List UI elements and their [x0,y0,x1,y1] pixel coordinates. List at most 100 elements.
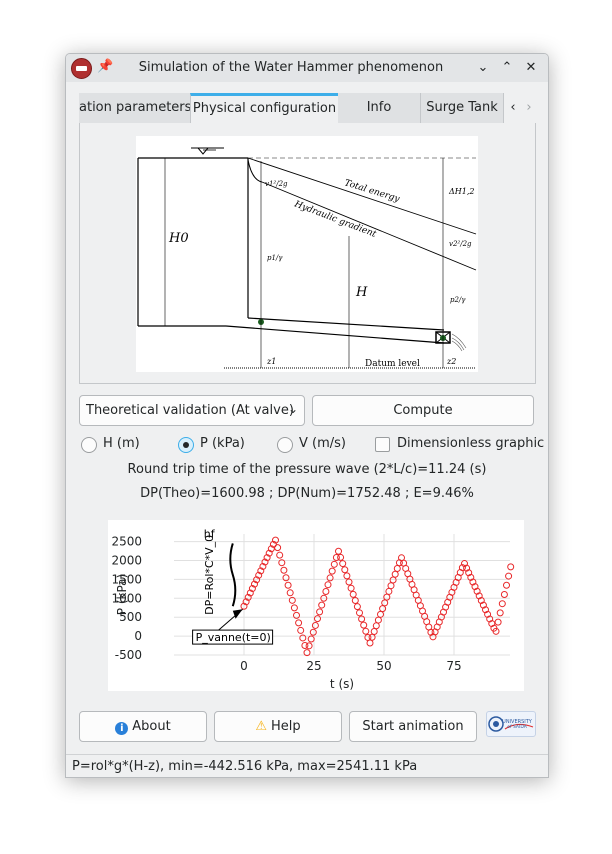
data-point [496,609,504,617]
maximize-button[interactable]: ⌃ [497,58,517,78]
data-point [295,619,303,627]
data-point [290,604,298,612]
data-point [393,565,401,573]
hydraulic-gradient-label: Hydraulic gradient [292,199,378,240]
data-point [353,603,361,611]
radio-h-indicator[interactable] [81,437,97,453]
main-window: 📌 Simulation of the Water Hammer phenome… [65,53,549,778]
data-point [391,570,399,578]
radio-v-indicator[interactable] [277,437,293,453]
datum-label: Datum level [365,359,420,369]
data-point [360,621,368,629]
status-bar: P=rol*g*(H-z), min=-442.516 kPa, max=254… [66,754,548,777]
data-point [379,605,387,613]
mode-select[interactable]: Theoretical validation (At valve) ⌄ [79,395,305,426]
data-point [387,582,395,590]
start-animation-button[interactable]: Start animation [349,711,477,742]
dp-annotation: DP=Rol*C*V_0 [203,535,216,615]
data-point [307,635,315,643]
data-point [356,609,363,617]
pin-icon[interactable]: 📌 [97,59,113,74]
warning-icon: ⚠ [255,719,267,734]
x-tick-label: 75 [446,659,461,673]
tab-physical-configuration[interactable]: Physical configuration [190,93,339,123]
data-point [505,572,513,580]
data-point [362,627,370,635]
configuration-panel: H0 H Total energy Hydraulic gradient Dat… [79,123,536,384]
tab-prev-button[interactable]: ‹ [505,93,521,123]
help-button[interactable]: ⚠ Help [214,711,342,742]
tab-surge-tank[interactable]: Surge Tank [421,93,504,123]
data-point [274,544,282,552]
pipeline-diagram: H0 H Total energy Hydraulic gradient Dat… [136,136,478,372]
data-point [345,578,353,586]
data-point [341,566,349,574]
data-point [503,581,510,589]
tab-info[interactable]: Info [338,93,421,123]
dh-label: ΔH1,2 [448,187,474,196]
p1-label: p1/γ [267,254,283,262]
data-point [498,600,506,608]
window-title: Simulation of the Water Hammer phenomeno… [138,60,444,75]
data-point [318,601,326,609]
compute-button[interactable]: Compute [312,395,534,426]
mode-select-value: Theoretical validation (At valve) [86,403,294,418]
p2-label: p2/γ [450,296,466,304]
data-point [349,590,357,598]
round-trip-text: Round trip time of the pressure wave (2*… [127,462,487,477]
data-point [316,608,324,616]
data-point [368,633,376,641]
data-point [374,616,382,624]
z2-label: z2 [446,357,456,366]
app-icon[interactable] [71,58,92,79]
data-point [370,628,378,636]
data-point [322,587,330,595]
data-point [314,615,321,623]
data-point [286,589,294,597]
radio-h-label: H (m) [103,436,140,451]
about-label: About [132,719,171,734]
data-point [347,584,355,592]
data-point [284,581,292,589]
tab-simulation-parameters[interactable]: ation parameters [79,93,191,123]
y-tick-label: 2500 [111,535,142,549]
tab-bar: ation parameters Physical configuration … [66,93,548,123]
status-text: P=rol*g*(H-z), min=-442.516 kPa, max=254… [72,759,418,774]
data-point [297,626,305,634]
minimize-button[interactable]: ⌄ [473,58,493,78]
z1-label: z1 [266,357,276,366]
data-point [337,553,345,561]
data-point [326,574,334,582]
radio-v-label: V (m/s) [299,436,346,451]
total-energy-label: Total energy [343,178,401,205]
svg-text:of SAIDA: of SAIDA [507,724,527,730]
data-point [377,610,384,618]
v2-label: v2²/2g [449,240,472,248]
data-point [366,639,374,647]
data-point [309,628,317,636]
university-logo[interactable]: UNIVERSITY of SAIDA [486,711,536,737]
close-button[interactable]: ✕ [521,58,541,78]
x-tick-label: 50 [376,659,391,673]
data-point [381,599,389,607]
h-label: H [355,285,368,300]
tab-next-button[interactable]: › [521,93,537,123]
y-axis-label: P (kPa) [115,574,129,615]
data-point [324,581,332,589]
radio-p-indicator[interactable] [178,437,194,453]
data-point [339,560,347,568]
data-point [276,551,284,559]
y-tick-label: 0 [134,629,142,643]
x-axis-label: t (s) [330,677,354,691]
y-tick-label: -500 [115,648,142,662]
data-point [389,576,397,584]
about-button[interactable]: i About [79,711,207,742]
h0-label: H0 [168,231,189,246]
y-tick-label: 2000 [111,553,142,567]
data-point [383,593,391,601]
x-tick-label: 25 [306,659,321,673]
data-point [311,621,319,629]
dimensionless-checkbox-box[interactable] [375,437,390,452]
data-point [280,566,288,574]
info-icon: i [115,722,129,735]
